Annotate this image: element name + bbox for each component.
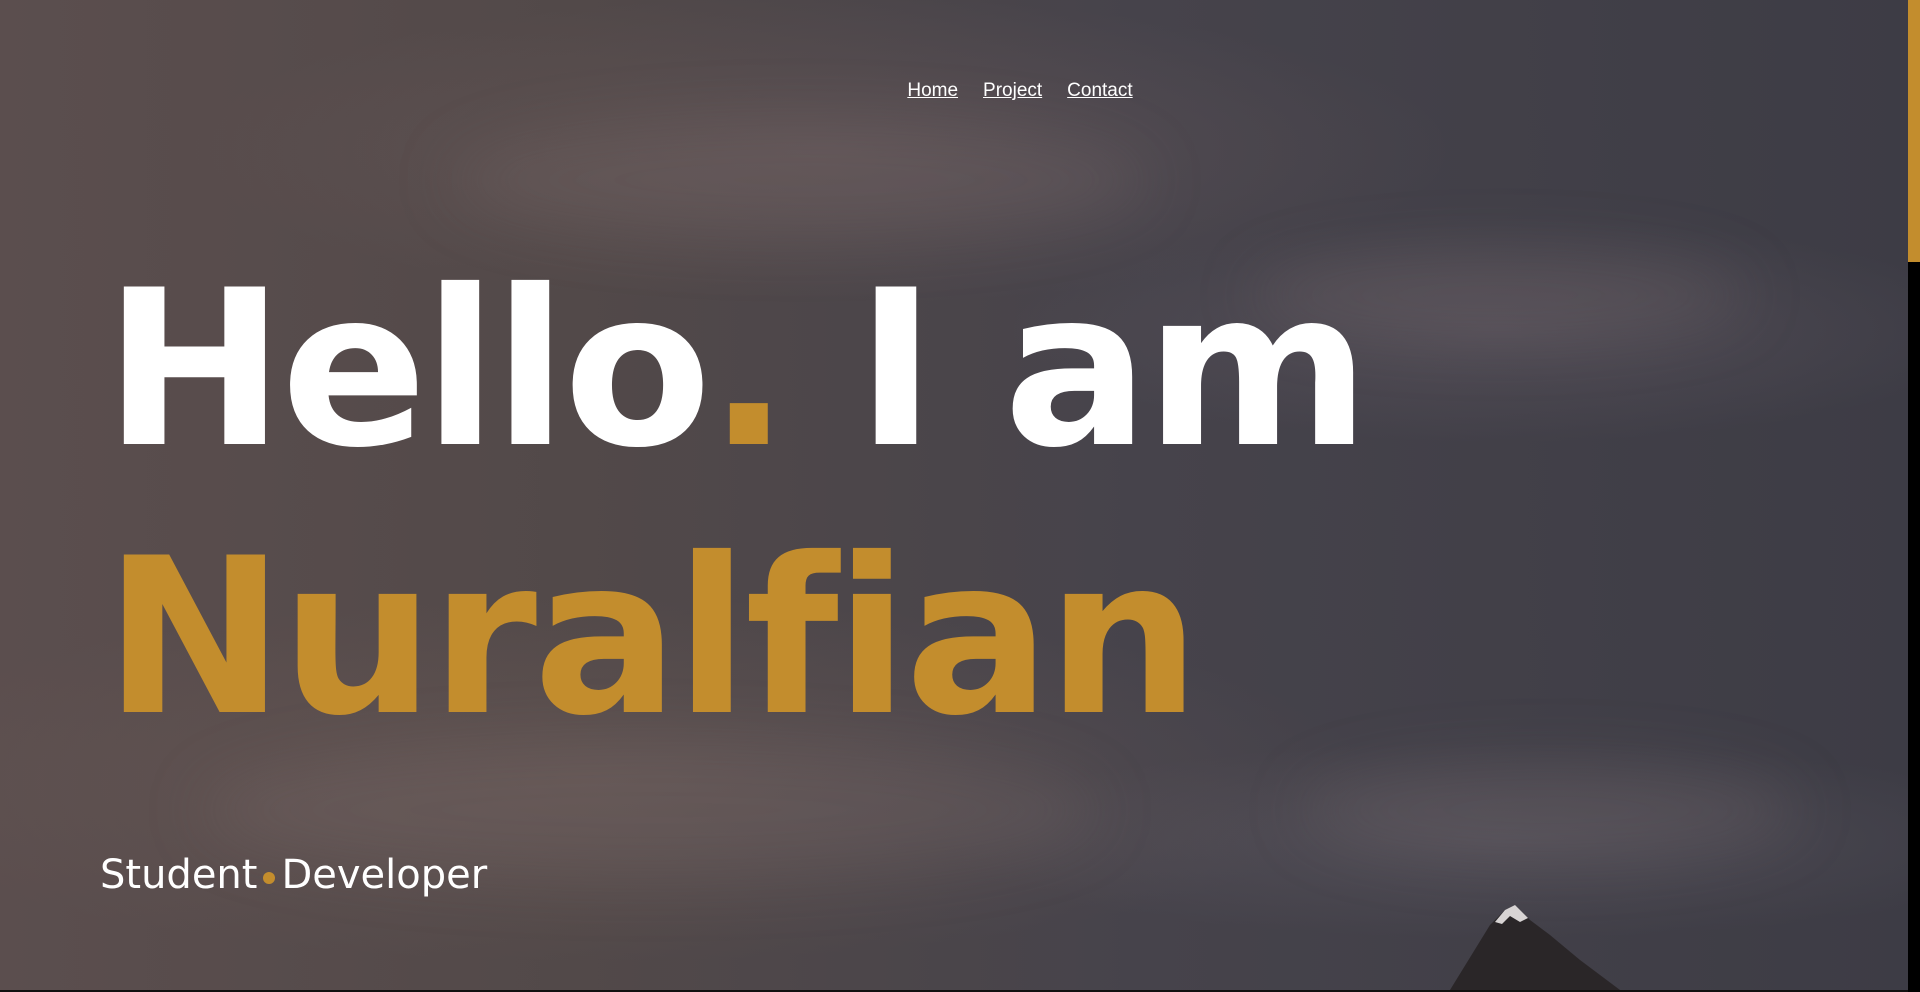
scrollbar-thumb[interactable] [1908,0,1920,262]
hero-greeting-heading: Hello. I am [104,262,1370,478]
cloud-decoration [1300,760,1800,860]
role-developer: Developer [281,852,488,898]
main-nav: Home Project Contact [0,80,1908,102]
hero-name-heading: Nuralfian [104,512,1200,763]
cloud-decoration [450,120,1150,240]
scrollbar-track[interactable] [1908,0,1920,992]
role-student: Student [100,852,258,898]
greeting-dot: . [707,244,790,495]
intro-text: I am [855,244,1370,495]
nav-link-contact[interactable]: Contact [1067,80,1132,102]
role-separator-dot [263,872,276,884]
hero-section: Home Project Contact Hello. I am Nuralfia… [0,0,1908,990]
greeting-text: Hello [104,244,712,495]
mountain-peak-image [1450,905,1620,990]
hero-roles: Student Developer [100,852,487,898]
nav-link-project[interactable]: Project [983,80,1042,102]
nav-link-home[interactable]: Home [907,80,958,102]
